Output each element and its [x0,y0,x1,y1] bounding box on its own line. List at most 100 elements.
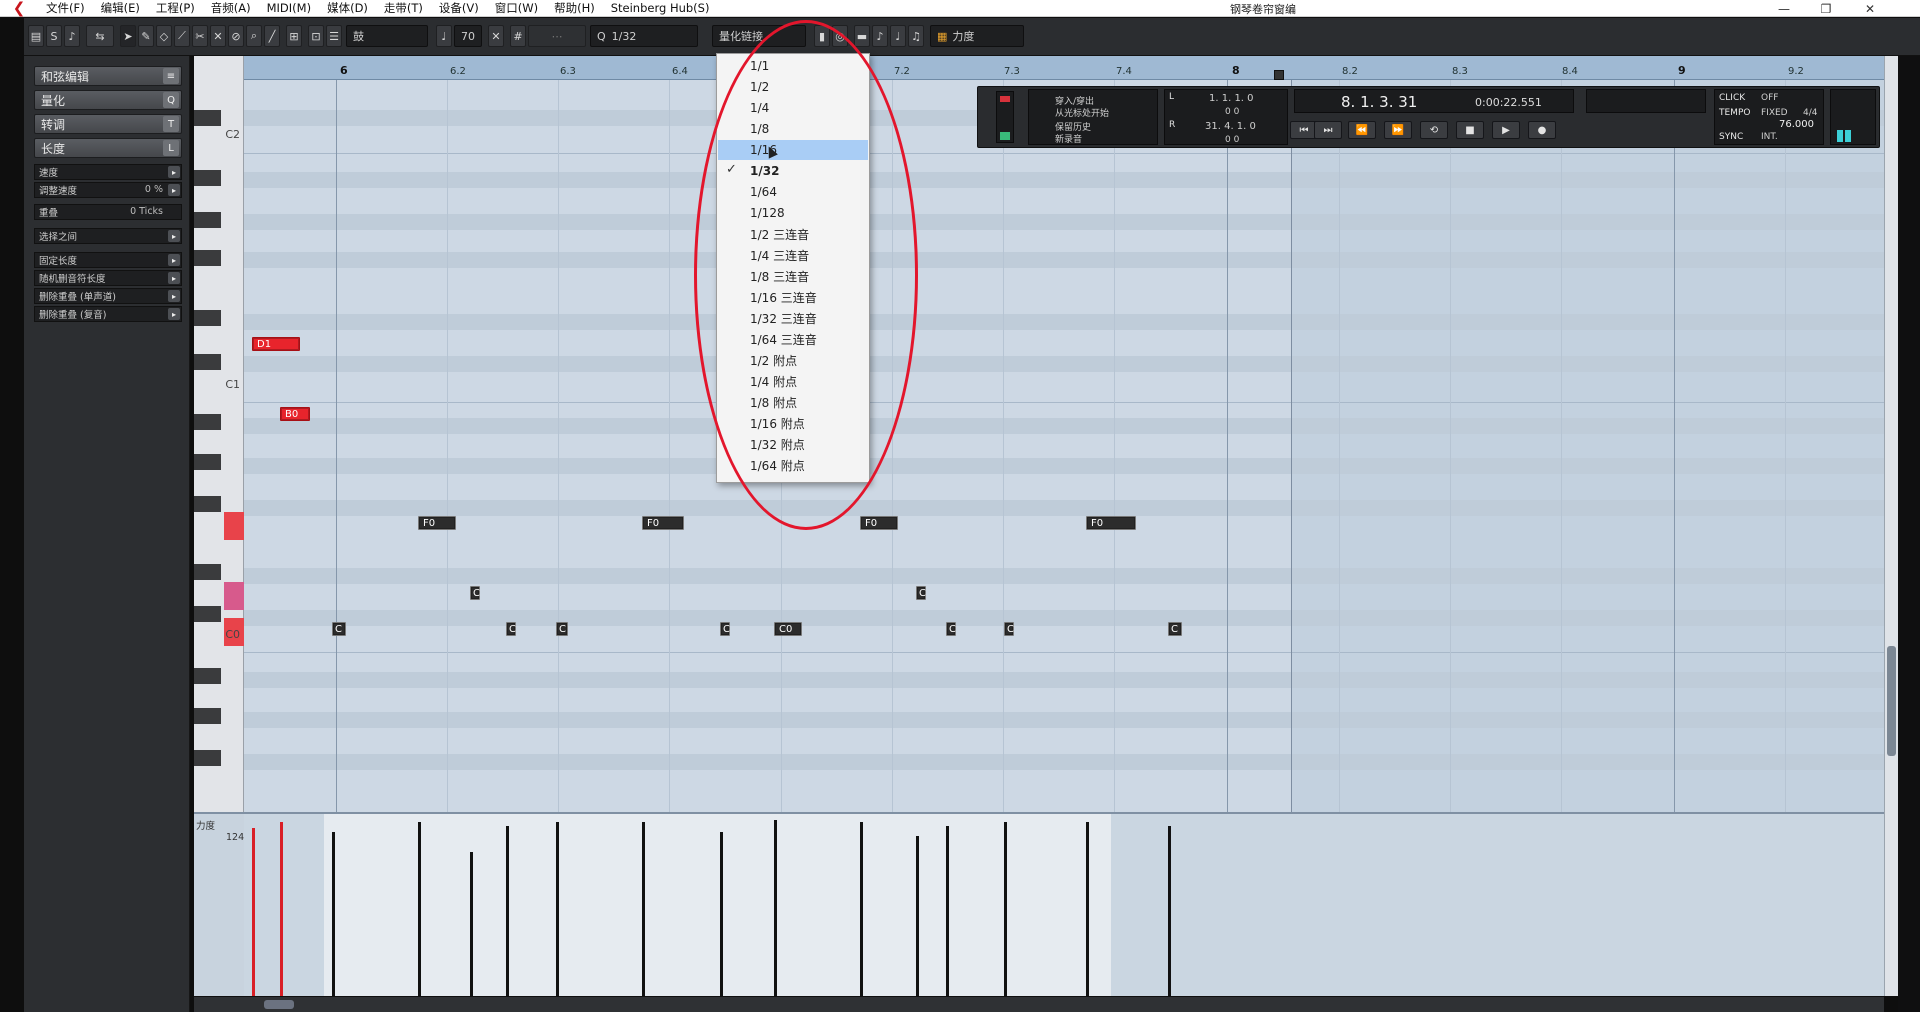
midi-note[interactable]: C [720,622,730,636]
zoom-tool-icon[interactable]: ⌕ [246,25,262,47]
quantize-option[interactable]: 1/64 三连音 [718,329,868,349]
delete-overlap-poly-row[interactable]: 删除重叠 (复音) ▸ [34,306,182,322]
velocity-bar[interactable] [774,820,777,1002]
row-apply-icon[interactable]: ▸ [168,290,180,302]
tempo-label[interactable]: TEMPO [1719,108,1750,118]
section-chord-editing[interactable]: 和弦编辑 ≡ [34,66,182,86]
velocity-bar[interactable] [1004,822,1007,1002]
listen-icon[interactable]: ♪ [64,25,80,47]
fixed-length-row[interactable]: 固定长度 ▸ [34,252,182,268]
note-off-record-icon[interactable]: ♫ [908,25,924,47]
menu-midi[interactable]: MIDI(M) [259,1,319,15]
adjust-speed-row[interactable]: 调整速度 0 % ▸ [34,182,182,198]
go-to-end-icon[interactable]: ⏭ [1314,121,1342,139]
midi-note[interactable]: C [946,622,956,636]
overlap-row[interactable]: 重叠 0 Ticks [34,204,182,220]
menu-devices[interactable]: 设备(V) [431,0,487,16]
cubase-logo-icon[interactable]: ❮ [0,0,38,17]
section-transpose[interactable]: 转调 T [34,114,182,134]
quantize-option[interactable]: 1/2 [718,77,868,97]
midi-input-icon[interactable]: ◎ [832,25,848,47]
menu-transport[interactable]: 走带(T) [376,0,431,16]
velocity-bar[interactable] [470,852,473,1002]
quantize-option[interactable]: 1/128 [718,203,868,223]
row-apply-icon[interactable]: ▸ [168,184,180,196]
scroll-thumb[interactable] [1887,646,1896,756]
velocity-bar[interactable] [506,826,509,1002]
midi-note[interactable]: F0 [860,516,898,530]
midi-note[interactable]: C [332,622,346,636]
quantize-option-checked[interactable]: ✓ 1/32 [718,161,868,181]
midi-note[interactable]: C [1168,622,1182,636]
menu-edit[interactable]: 编辑(E) [93,0,148,16]
quantize-option[interactable]: 1/4 [718,98,868,118]
quantize-option[interactable]: 1/64 附点 [718,455,868,475]
quantize-option[interactable]: 1/8 附点 [718,392,868,412]
row-apply-icon[interactable]: ▸ [168,308,180,320]
quantize-option[interactable]: 1/2 三连音 [718,224,868,244]
quantize-option[interactable]: 1/8 [718,119,868,139]
section-length[interactable]: 长度 L [34,138,182,158]
menu-audio[interactable]: 音频(A) [203,0,259,16]
quantize-option[interactable]: 1/2 附点 [718,350,868,370]
velocity-bar[interactable] [946,826,949,1002]
velocity-color-select[interactable]: ▦ 力度 [930,25,1024,47]
length-quantize-row[interactable]: 速度 ▸ [34,164,182,180]
velocity-bar[interactable] [1168,826,1171,1002]
delete-overlap-mono-row[interactable]: 删除重叠 (单声道) ▸ [34,288,182,304]
quantize-option[interactable]: 1/1 [718,56,868,76]
vertical-scrollbar[interactable] [1884,56,1898,996]
row-apply-icon[interactable]: ▸ [168,166,180,178]
fast-forward-icon[interactable]: ⏩ [1384,121,1412,139]
row-apply-icon[interactable]: ▸ [168,272,180,284]
restore-icon[interactable]: ❐ [1808,0,1844,17]
inspector-toggle-icon[interactable]: ▤ [28,25,44,47]
split-tool-icon[interactable]: ✂ [192,25,208,47]
quantize-option[interactable]: 1/16 三连音 [718,287,868,307]
quantize-link-select[interactable]: 量化链接 [712,25,806,47]
velocity-bar[interactable] [280,822,283,1002]
cycle-icon[interactable]: ⟲ [1420,121,1448,139]
menu-file[interactable]: 文件(F) [38,0,93,16]
object-select-icon[interactable]: ➤ [120,25,136,47]
snap-type-select[interactable]: ⋯ [528,25,586,47]
independent-track-loop-icon[interactable]: ✕ [488,25,504,47]
sync-label[interactable]: SYNC [1719,132,1743,142]
line-tool-icon[interactable]: ╱ [264,25,280,47]
quantize-option[interactable]: 1/8 三连音 [718,266,868,286]
close-icon[interactable]: ✕ [1852,0,1888,17]
left-locator-value[interactable]: 1. 1. 1. 0 [1209,93,1254,104]
auto-scroll-icon[interactable]: ⇆ [86,25,114,47]
eraser-tool-icon[interactable]: ◇ [156,25,172,47]
time-signature[interactable]: 4/4 [1803,108,1817,118]
quantize-option[interactable]: 1/4 附点 [718,371,868,391]
section-quantize[interactable]: 量化 Q [34,90,182,110]
horizontal-scrollbar[interactable] [194,996,1884,1012]
quantize-option[interactable]: 1/32 三连音 [718,308,868,328]
drum-map-icon[interactable]: ☰ [326,25,342,47]
random-length-row[interactable]: 随机删音符长度 ▸ [34,270,182,286]
velocity-lane[interactable]: 力度 124 [194,812,1884,1002]
pitch-record-icon[interactable]: ♪ [872,25,888,47]
solo-icon[interactable]: S [46,25,62,47]
new-record-label[interactable]: 新录音 [1055,132,1082,145]
velocity-bar[interactable] [720,832,723,1002]
menu-steinberg-hub[interactable]: Steinberg Hub(S) [603,1,718,15]
velocity-bar[interactable] [916,836,919,1002]
menu-help[interactable]: 帮助(H) [546,0,603,16]
timeline-ruler[interactable]: 6 6.2 6.3 6.4 7.2 7.3 7.4 8 8.2 8.3 8.4 … [244,56,1884,80]
mute-tool-icon[interactable]: ⊘ [228,25,244,47]
midi-note[interactable]: C0 [774,622,802,636]
midi-note[interactable]: F0 [642,516,684,530]
record-icon[interactable]: ● [1528,121,1556,139]
midi-note[interactable]: B0 [280,407,310,421]
click-label[interactable]: CLICK [1719,93,1745,103]
from-cursor-label[interactable]: 从光标处开始 [1055,106,1109,119]
marker-panel[interactable] [1586,89,1706,113]
velocity-bar[interactable] [418,822,421,1002]
project-cursor-marker[interactable] [1274,70,1284,80]
note-on-record-icon[interactable]: ♩ [890,25,906,47]
menu-window[interactable]: 窗口(W) [487,0,546,16]
quantize-option[interactable]: 1/16 附点 [718,413,868,433]
midi-note[interactable]: F0 [418,516,456,530]
